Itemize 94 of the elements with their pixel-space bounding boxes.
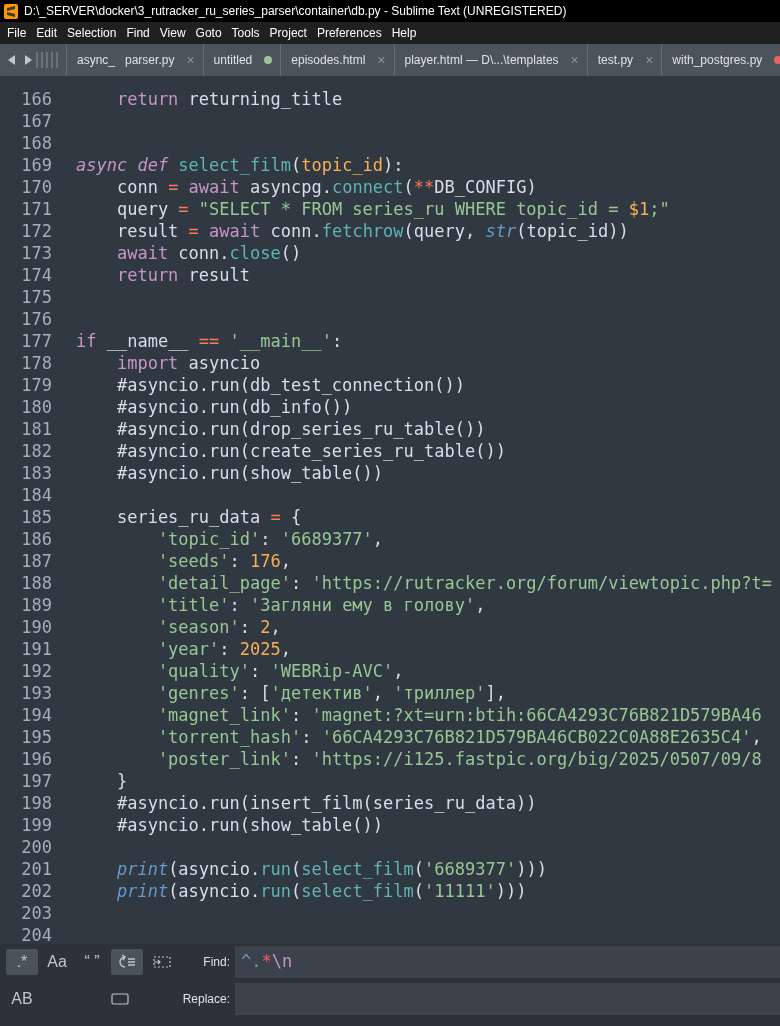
line-number: 168 [20,132,52,154]
code-line: #asyncio.run(db_test_connection()) [115,374,465,396]
line-number: 180 [20,396,52,418]
menu-item[interactable]: Find [121,24,155,42]
code-line: #asyncio.run(show_table()) [115,462,384,484]
line-number: 195 [20,726,52,748]
code-line: series_ru_data = { [115,506,302,528]
wrap-icon [117,954,137,970]
line-number: 187 [20,550,52,572]
code-line: result = await conn.fetchrow(query, str(topic_id)) [115,220,629,242]
line-number: 167 [20,110,52,132]
line-number: 186 [20,528,52,550]
line-number: 181 [20,418,52,440]
code-line: #asyncio.run(insert_film(series_ru_data)) [115,792,537,814]
code-line: 'genres': ['детектив', 'триллер'], [156,682,506,704]
line-number: 194 [20,704,52,726]
menu-item[interactable]: View [154,24,191,42]
line-number: 173 [20,242,52,264]
line-number: 200 [20,836,52,858]
wrap-toggle[interactable] [111,949,143,975]
line-number: 179 [20,374,52,396]
code-line: 'season': 2, [156,616,281,638]
line-number: 190 [20,616,52,638]
option-toggle[interactable]: AB [6,986,38,1012]
find-label: Find: [202,954,230,971]
line-number: 198 [20,792,52,814]
code-line: query = "SELECT * FROM series_ru WHERE topic_id = $1;" [115,198,670,220]
line-number: 170 [20,176,52,198]
menu-item[interactable]: Selection [62,24,122,42]
line-number: 192 [20,660,52,682]
code-line: 'year': 2025, [156,638,291,660]
menu-item[interactable]: Preferences [311,24,387,42]
option-toggle[interactable]: Aa [41,949,73,975]
line-number: 182 [20,440,52,462]
code-line: async def select_film(topic_id): [76,154,404,176]
line-number: 203 [20,902,52,924]
menu-item[interactable]: Tools [226,24,265,42]
line-number: 172 [20,220,52,242]
app-logo-icon [4,3,18,19]
menu-item[interactable]: File [2,24,32,42]
code-line: 'topic_id': '6689377', [156,528,384,550]
code-line: print(asyncio.run(select_film('6689377'))) [115,858,547,880]
line-number: 176 [20,308,52,330]
code-line: await conn.close() [115,242,302,264]
line-number: 193 [20,682,52,704]
code-line: 'poster_link': 'https://i125.fastpic.org/big/2025/0507/09/8 [156,748,762,770]
line-number: 177 [20,330,52,352]
line-number: 199 [20,814,52,836]
in-selection-icon [153,955,171,969]
line-number: 196 [20,748,52,770]
line-number: 171 [20,198,52,220]
line-number: 183 [20,462,52,484]
menu-item[interactable]: Help [386,24,422,42]
code-line: import asyncio [115,352,261,374]
line-number: 197 [20,770,52,792]
line-number: 184 [20,484,52,506]
line-number: 169 [20,154,52,176]
code-line: } [115,770,128,792]
line-number: 185 [20,506,52,528]
line-number: 188 [20,572,52,594]
code-line: return result [115,264,250,286]
code-line: #asyncio.run(show_table()) [115,814,384,836]
line-number: 175 [20,286,52,308]
menu-item[interactable]: Project [264,24,312,42]
line-number: 178 [20,352,52,374]
line-number: 191 [20,638,52,660]
replace-label: Replace: [181,991,230,1008]
line-number: 174 [20,264,52,286]
code-line: print(asyncio.run(select_film('11111'))) [115,880,527,902]
code-line: 'torrent_hash': '66CA4293C76B821D579BA46CB022C0A88E2635C4', [156,726,762,748]
line-number: 201 [20,858,52,880]
code-line: if __name__ == '__main__': [76,330,343,352]
code-line: #asyncio.run(create_series_ru_table()) [115,440,506,462]
menu-item[interactable]: Edit [31,24,63,42]
tab-scroll-arrows-icon[interactable] [8,55,32,65]
code-line: 'magnet_link': 'magnet:?xt=urn:btih:66CA4293C76B821D579BA46 [156,704,762,726]
code-line: #asyncio.run(db_info()) [115,396,353,418]
code-line: #asyncio.run(drop_series_ru_table()) [115,418,486,440]
window-title: D:\_SERVER\docker\3_rutracker_ru_series_parser\container\db.py - Sublime Text (UNREGISTERED) [24,3,567,20]
code-line: conn = await asyncpg.connect(**DB_CONFIG) [115,176,537,198]
line-number: 204 [20,924,52,944]
highlight-icon [111,993,129,1005]
option-toggle[interactable]: “ ” [76,949,108,975]
find-field[interactable]: ^.*\n [235,946,780,978]
line-number: 166 [20,88,52,110]
option-toggle[interactable]: .* [6,949,38,975]
code-line: 'seeds': 176, [156,550,291,572]
code-line: return returning_title [115,88,343,110]
line-number: 202 [20,880,52,902]
code-line: 'detail_page': 'https://rutracker.org/forum/viewtopic.php?t= [156,572,772,594]
code-line: 'title': 'Загляни ему в голову', [156,594,486,616]
line-number: 189 [20,594,52,616]
code-line: 'quality': 'WEBRip-AVC', [156,660,404,682]
menu-item[interactable]: Goto [190,24,227,42]
